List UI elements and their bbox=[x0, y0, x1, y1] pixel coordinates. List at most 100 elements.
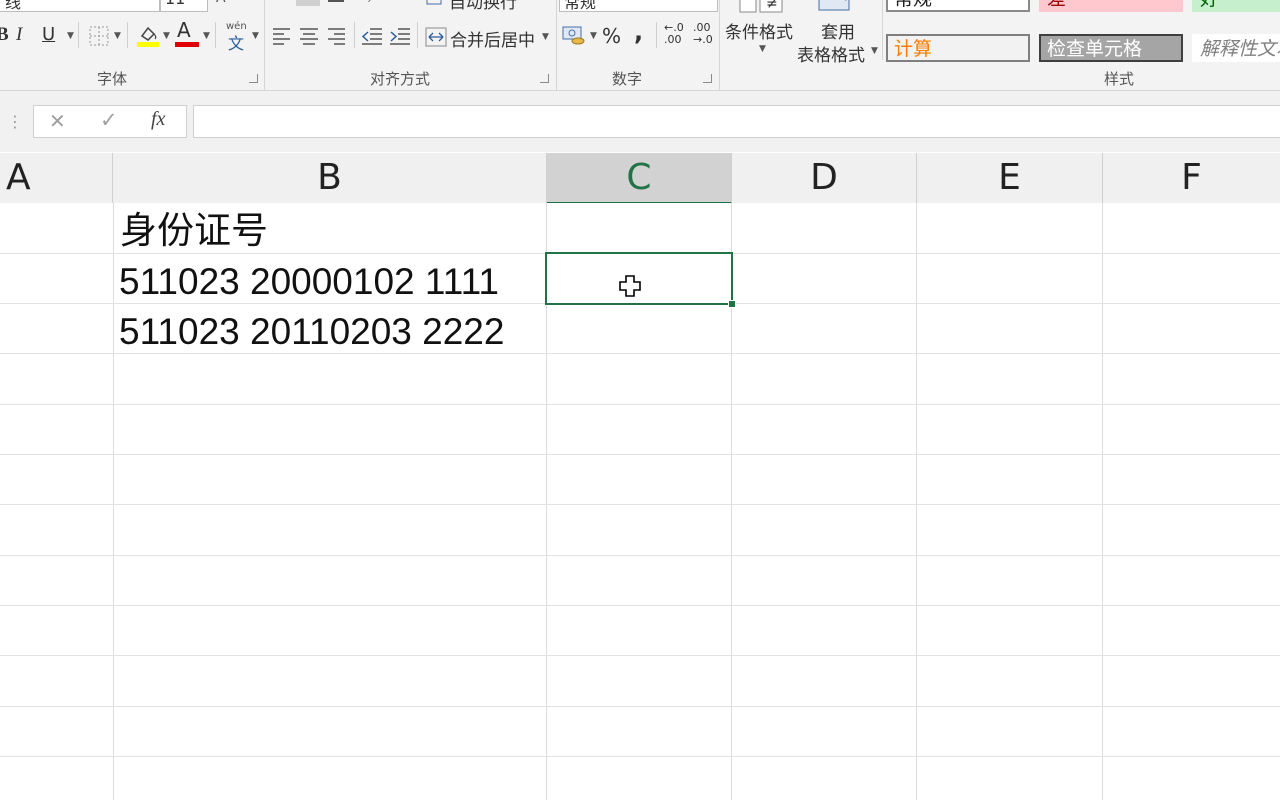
number-group-label: 数字 bbox=[611, 70, 642, 88]
border-dropdown-icon[interactable]: ▼ bbox=[114, 31, 121, 41]
increase-indent-icon[interactable] bbox=[389, 27, 411, 45]
cell-style-item[interactable]: 好 bbox=[1192, 0, 1280, 12]
divider bbox=[656, 22, 657, 48]
cell-style-label: 好 bbox=[1200, 0, 1219, 10]
underline-dropdown-icon[interactable]: ▼ bbox=[67, 31, 74, 41]
increase-decimal-button[interactable]: ←.0 .00 bbox=[664, 22, 684, 46]
cell-style-item[interactable]: 解释性文本 bbox=[1192, 34, 1280, 62]
gridline bbox=[916, 203, 917, 800]
font-dialog-launcher[interactable] bbox=[249, 74, 258, 83]
orientation-icon[interactable]: ⟋ bbox=[368, 0, 378, 6]
group-separator bbox=[264, 0, 265, 90]
cancel-icon[interactable]: ✕ bbox=[49, 109, 66, 133]
column-header-a[interactable]: A bbox=[0, 153, 113, 203]
cell-cursor-icon bbox=[619, 275, 641, 297]
enter-icon[interactable]: ✓ bbox=[100, 108, 118, 132]
cell-style-item[interactable]: 检查单元格 bbox=[1039, 34, 1183, 62]
conditional-format-label[interactable]: 条件格式 bbox=[725, 18, 793, 43]
align-left-icon[interactable] bbox=[272, 27, 292, 45]
column-header-f[interactable]: F bbox=[1103, 153, 1280, 203]
font-color-dropdown-icon[interactable]: ▼ bbox=[203, 31, 210, 41]
merge-center-dropdown-icon[interactable]: ▼ bbox=[542, 32, 549, 42]
column-header-d[interactable]: D bbox=[732, 153, 917, 203]
font-name-value: 线 bbox=[5, 0, 22, 12]
cell-style-label: 常规 bbox=[894, 0, 932, 10]
gridline bbox=[0, 706, 1280, 707]
conditional-format-dropdown-icon[interactable]: ▼ bbox=[759, 44, 766, 54]
alignment-dialog-launcher[interactable] bbox=[540, 74, 549, 83]
fill-color-icon[interactable] bbox=[136, 22, 160, 48]
decrease-indent-icon[interactable] bbox=[361, 27, 383, 45]
number-format-box[interactable]: 常规 bbox=[559, 0, 718, 12]
cell-style-item[interactable]: 差 bbox=[1039, 0, 1183, 12]
divider bbox=[354, 22, 355, 48]
cell-style-label: 检查单元格 bbox=[1047, 38, 1143, 60]
divider bbox=[882, 0, 883, 60]
gridline bbox=[0, 454, 1280, 455]
number-dialog-launcher[interactable] bbox=[703, 74, 712, 83]
table-format-label-line1[interactable]: 套用 bbox=[821, 18, 855, 43]
group-separator bbox=[556, 0, 557, 90]
font-size-box[interactable]: 11 bbox=[160, 0, 208, 12]
phonetic-icon[interactable]: 文 bbox=[228, 30, 244, 54]
align-right-icon[interactable] bbox=[327, 27, 347, 45]
gridline bbox=[0, 555, 1280, 556]
decrease-decimal-button[interactable]: .00 →.0 bbox=[693, 22, 713, 46]
cell-style-gallery: 常规 差 好计算 检查单元格 解释性文本 bbox=[886, 0, 1280, 62]
font-name-box[interactable]: 线 bbox=[0, 0, 160, 12]
font-size-value: 11 bbox=[165, 0, 185, 8]
font-color-swatch bbox=[175, 42, 199, 47]
gridline bbox=[1102, 203, 1103, 800]
cell-b2[interactable]: 511023 20000102 1111 bbox=[119, 257, 499, 307]
column-header-c[interactable]: C bbox=[547, 153, 732, 204]
cell-style-item[interactable]: 常规 bbox=[886, 0, 1030, 12]
cell-style-label: 差 bbox=[1047, 0, 1066, 10]
column-header-b[interactable]: B bbox=[113, 153, 547, 203]
table-format-dropdown-icon[interactable]: ▼ bbox=[871, 46, 878, 56]
italic-button[interactable]: I bbox=[16, 24, 22, 46]
formula-input[interactable] bbox=[193, 105, 1280, 138]
merge-center-label[interactable]: 合并后居中 bbox=[450, 26, 535, 51]
column-header-e[interactable]: E bbox=[917, 153, 1103, 203]
fill-handle[interactable] bbox=[728, 300, 736, 308]
font-group-label: 字体 bbox=[96, 70, 127, 88]
font-color-icon[interactable]: A bbox=[177, 18, 191, 42]
wrap-text-icon[interactable] bbox=[426, 0, 442, 6]
fill-color-dropdown-icon[interactable]: ▼ bbox=[163, 31, 170, 41]
table-format-label-line2[interactable]: 表格格式 bbox=[797, 41, 865, 66]
align-top-icon[interactable] bbox=[296, 0, 320, 6]
conditional-format-icon[interactable]: ≠ bbox=[738, 0, 784, 18]
phonetic-dropdown-icon[interactable]: ▼ bbox=[252, 31, 259, 41]
gridline bbox=[0, 655, 1280, 656]
percent-button[interactable]: % bbox=[602, 24, 621, 48]
divider bbox=[78, 22, 79, 48]
increase-decimal-bottom: .00 bbox=[664, 33, 682, 46]
grip-handle-icon[interactable]: ⋮ bbox=[7, 112, 23, 131]
comma-button[interactable]: , bbox=[634, 18, 643, 46]
wrap-text-label[interactable]: 自动换行 bbox=[449, 0, 517, 13]
cell-b3[interactable]: 511023 20110203 2222 bbox=[119, 307, 504, 357]
decrease-decimal-bottom: →.0 bbox=[693, 33, 713, 46]
cell-style-label: 计算 bbox=[894, 38, 933, 60]
align-middle-icon[interactable] bbox=[328, 0, 344, 2]
gridline bbox=[0, 605, 1280, 606]
accounting-format-icon[interactable] bbox=[562, 24, 588, 46]
bold-button[interactable]: B bbox=[0, 24, 9, 46]
alignment-group-label: 对齐方式 bbox=[369, 70, 430, 88]
gridline bbox=[0, 756, 1280, 757]
cell-b1[interactable]: 身份证号 bbox=[120, 206, 268, 256]
table-format-icon[interactable] bbox=[815, 0, 857, 14]
group-separator bbox=[719, 0, 720, 90]
styles-group-label: 样式 bbox=[1103, 70, 1134, 88]
align-center-icon[interactable] bbox=[299, 27, 319, 45]
svg-text:≠: ≠ bbox=[766, 0, 778, 12]
gridline bbox=[113, 203, 114, 800]
ribbon: 线 11 A˄ B I U ▼ ▼ ▼ A ▼ wén 文 ▼ 字体 ⟋ 自动换… bbox=[0, 0, 1280, 91]
cell-style-item[interactable]: 计算 bbox=[886, 34, 1030, 62]
border-icon[interactable] bbox=[88, 25, 110, 47]
underline-button[interactable]: U bbox=[42, 24, 55, 46]
merge-center-icon[interactable] bbox=[425, 27, 447, 47]
grow-font-icon[interactable]: A˄ bbox=[216, 0, 233, 6]
accounting-dropdown-icon[interactable]: ▼ bbox=[590, 31, 597, 41]
insert-function-icon[interactable]: fx bbox=[151, 108, 165, 131]
